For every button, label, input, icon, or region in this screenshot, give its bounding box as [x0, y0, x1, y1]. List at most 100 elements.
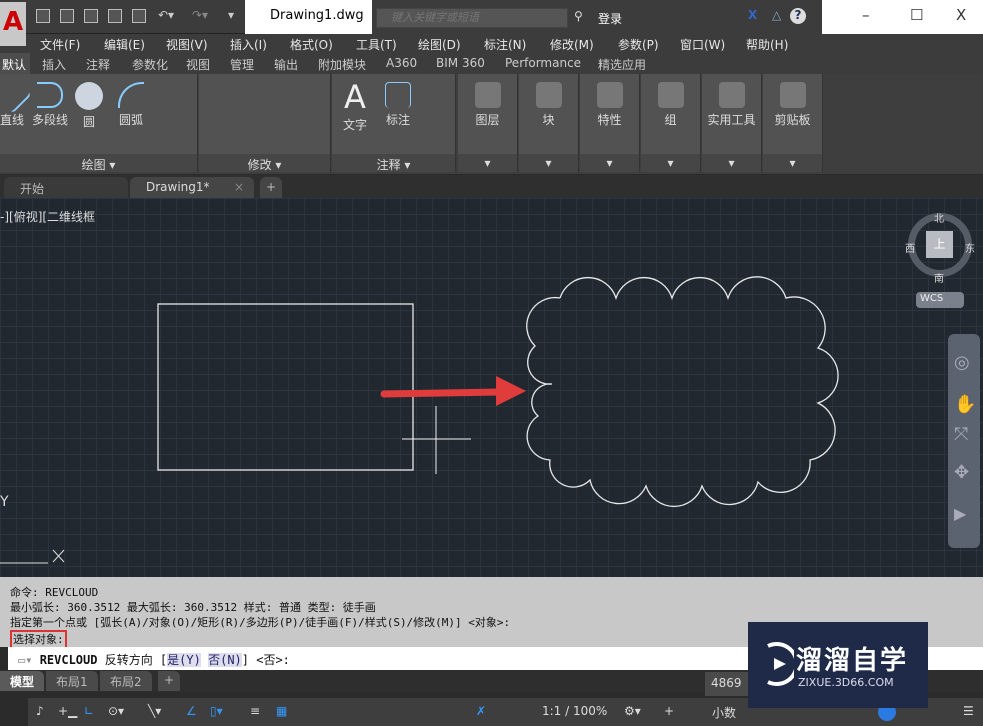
- menu-item[interactable]: 帮助(H): [746, 36, 788, 53]
- osnap-icon[interactable]: ▯▾: [210, 704, 223, 718]
- ribbon-tab[interactable]: 视图: [186, 56, 210, 73]
- menu-item[interactable]: 编辑(E): [104, 36, 145, 53]
- circle-button[interactable]: 圆: [74, 82, 104, 130]
- isodraft-icon[interactable]: ╲▾: [148, 704, 161, 718]
- panel-expand[interactable]: ▾: [702, 154, 761, 172]
- open-icon[interactable]: [60, 9, 74, 23]
- polyline-button[interactable]: 多段线: [30, 82, 70, 128]
- line-button[interactable]: 直线: [0, 76, 32, 128]
- ribbon-tab[interactable]: 精选应用: [598, 56, 646, 73]
- annotation-visibility-icon[interactable]: ✗: [476, 704, 486, 718]
- ribbon-tab[interactable]: 参数化: [132, 56, 168, 73]
- pan-hand-icon[interactable]: ✋: [954, 394, 976, 415]
- dimension-button[interactable]: 标注: [382, 82, 414, 128]
- ribbon-tab[interactable]: 插入: [42, 56, 66, 73]
- add-layout-button[interactable]: +: [158, 671, 181, 691]
- workspace-gear-icon[interactable]: ⚙▾: [624, 704, 641, 718]
- save-icon[interactable]: [84, 9, 98, 23]
- menu-item[interactable]: 插入(I): [230, 36, 267, 53]
- menu-item[interactable]: 格式(O): [290, 36, 333, 53]
- help-button[interactable]: ?: [790, 8, 806, 24]
- redo-icon[interactable]: ↷▾: [192, 8, 208, 22]
- wcs-menu[interactable]: WCS: [916, 292, 964, 308]
- ribbon-tab[interactable]: Performance: [505, 56, 581, 70]
- orbit-icon[interactable]: ✥: [954, 462, 969, 483]
- menu-item[interactable]: 窗口(W): [680, 36, 725, 53]
- search-input[interactable]: [376, 8, 568, 28]
- login-button[interactable]: 登录: [598, 10, 622, 27]
- compass-west[interactable]: 西: [905, 240, 915, 255]
- text-button[interactable]: A 文字: [340, 78, 370, 133]
- tab-layout1[interactable]: 布局1: [46, 671, 98, 691]
- menu-item[interactable]: 绘图(D): [418, 36, 461, 53]
- undo-icon[interactable]: ↶▾: [158, 8, 174, 22]
- panel-5[interactable]: 剪贴板 ▾: [763, 74, 823, 172]
- polar-icon[interactable]: ⊙▾: [108, 704, 124, 718]
- ribbon-tab[interactable]: 管理: [230, 56, 254, 73]
- binoculars-icon[interactable]: ⚲: [574, 9, 583, 23]
- menu-item[interactable]: 修改(M): [550, 36, 594, 53]
- ribbon-tab[interactable]: 默认: [0, 53, 30, 74]
- panel-expand[interactable]: ▾: [641, 154, 700, 172]
- lineweight-icon[interactable]: ≡: [250, 704, 260, 718]
- menu-item[interactable]: 文件(F): [40, 36, 80, 53]
- close-tab-icon[interactable]: ×: [234, 180, 244, 194]
- model-space-icon[interactable]: ♪: [36, 704, 44, 718]
- compass-east[interactable]: 东: [965, 240, 975, 255]
- compass-north[interactable]: 北: [934, 210, 944, 225]
- panel-0[interactable]: 图层 ▾: [458, 74, 518, 172]
- ribbon-tab[interactable]: 输出: [274, 56, 298, 73]
- option-no[interactable]: 否(N): [208, 653, 242, 667]
- save-as-icon[interactable]: [108, 9, 122, 23]
- ribbon-tab[interactable]: 附加模块: [318, 56, 366, 73]
- tab-model[interactable]: 模型: [0, 671, 45, 691]
- arc-button[interactable]: 圆弧: [114, 82, 148, 128]
- tab-layout2[interactable]: 布局2: [100, 671, 152, 691]
- panel-expand[interactable]: ▾: [763, 154, 822, 172]
- new-icon[interactable]: [36, 9, 50, 23]
- customize-icon[interactable]: ▾: [228, 8, 234, 22]
- viewport-controls[interactable]: -][俯视][二维线框: [0, 208, 95, 225]
- osnap-tracking-icon[interactable]: ∠: [186, 704, 197, 718]
- panel-button[interactable]: 实用工具: [702, 82, 761, 128]
- menu-item[interactable]: 标注(N): [484, 36, 526, 53]
- showmotion-icon[interactable]: ▶: [954, 504, 966, 523]
- panel-3[interactable]: 组 ▾: [641, 74, 701, 172]
- panel-button[interactable]: 组: [641, 82, 700, 128]
- panel-draw-label[interactable]: 绘图 ▾: [0, 154, 197, 172]
- panel-expand[interactable]: ▾: [458, 154, 517, 172]
- panel-button[interactable]: 特性: [580, 82, 639, 128]
- a360-icon[interactable]: △: [772, 8, 781, 22]
- close-button[interactable]: X: [956, 6, 966, 24]
- annotation-scale[interactable]: 1:1 / 100%: [542, 704, 607, 718]
- viewcube-top[interactable]: 上: [926, 231, 953, 258]
- ribbon-tab[interactable]: BIM 360: [436, 56, 485, 70]
- ribbon-tab[interactable]: 注释: [86, 56, 110, 73]
- menu-item[interactable]: 参数(P): [618, 36, 659, 53]
- panel-1[interactable]: 块 ▾: [519, 74, 579, 172]
- print-icon[interactable]: [132, 9, 146, 23]
- option-yes[interactable]: 是(Y): [167, 653, 201, 667]
- steering-wheel-icon[interactable]: ◎: [954, 352, 970, 373]
- panel-expand[interactable]: ▾: [519, 154, 578, 172]
- ribbon-tab[interactable]: A360: [386, 56, 417, 70]
- panel-expand[interactable]: ▾: [580, 154, 639, 172]
- panel-button[interactable]: 图层: [458, 82, 517, 128]
- app-logo[interactable]: A: [0, 2, 26, 46]
- panel-2[interactable]: 特性 ▾: [580, 74, 640, 172]
- panel-button[interactable]: 剪贴板: [763, 82, 822, 128]
- units-select[interactable]: 小数: [712, 704, 736, 721]
- new-tab-button[interactable]: +: [260, 177, 282, 198]
- panel-button[interactable]: 块: [519, 82, 578, 128]
- exchange-icon[interactable]: X: [748, 8, 757, 22]
- command-customize-icon[interactable]: ▭▾: [18, 653, 40, 667]
- panel-modify-label[interactable]: 修改 ▾: [199, 154, 330, 172]
- compass-south[interactable]: 南: [934, 270, 944, 285]
- ortho-icon[interactable]: ∟: [84, 704, 94, 718]
- plus-icon[interactable]: +: [664, 704, 674, 718]
- maximize-button[interactable]: ☐: [910, 6, 923, 24]
- panel-4[interactable]: 实用工具 ▾: [702, 74, 762, 172]
- menu-item[interactable]: 工具(T): [356, 36, 397, 53]
- drawing-canvas[interactable]: Y: [0, 198, 983, 577]
- menu-item[interactable]: 视图(V): [166, 36, 208, 53]
